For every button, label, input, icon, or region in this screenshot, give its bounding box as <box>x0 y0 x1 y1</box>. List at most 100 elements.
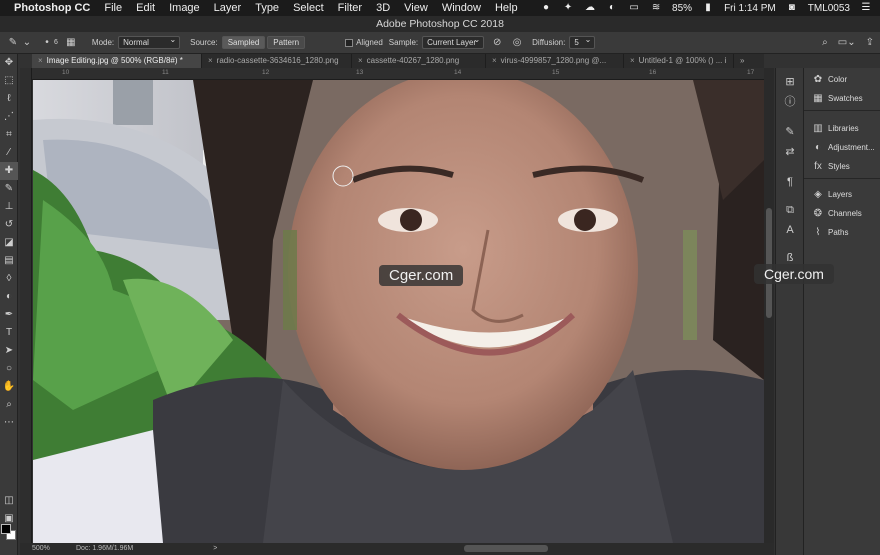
watermark: Cger.com <box>754 264 834 284</box>
clock[interactable]: Fri 1:14 PM <box>724 3 776 14</box>
character-icon[interactable]: A <box>776 220 804 240</box>
canvas-vertical-scrollbar[interactable] <box>764 68 774 543</box>
gradient-icon[interactable]: ▤ <box>0 252 18 270</box>
workspace-icon[interactable]: ▭⌄ <box>838 37 856 48</box>
display-icon[interactable]: ▭ <box>628 3 640 13</box>
cloud-icon[interactable]: ☁ <box>584 3 596 13</box>
tab-radio-cassette[interactable]: × radio-cassette-3634616_1280.png <box>202 54 352 68</box>
panel-styles[interactable]: fx Styles <box>804 157 880 176</box>
source-sampled-button[interactable]: Sampled <box>221 36 266 49</box>
screen-mode-icon[interactable]: ▣ <box>0 510 18 528</box>
sync-icon[interactable]: ◐ <box>606 3 618 13</box>
scrollbar-thumb[interactable] <box>766 208 772 318</box>
brush-settings-icon[interactable]: ▦ <box>64 36 78 50</box>
panel-adjustments[interactable]: ◐ Adjustment... <box>804 138 880 157</box>
tab-cassette[interactable]: × cassette-40267_1280.png <box>352 54 486 68</box>
clone-source-icon[interactable]: ⧉ <box>776 200 804 220</box>
sample-select[interactable]: Current Layer <box>422 35 485 49</box>
status-bar: 500% Doc: 1.96M/1.96M > <box>20 543 774 555</box>
menu-image[interactable]: Image <box>169 2 200 14</box>
source-pattern-button[interactable]: Pattern <box>267 36 306 49</box>
menu-3d[interactable]: 3D <box>376 2 390 14</box>
hand-icon[interactable]: ✋ <box>0 378 18 396</box>
close-icon[interactable]: × <box>208 54 213 68</box>
quick-select-icon[interactable]: ⋰ <box>0 108 18 126</box>
close-icon[interactable]: × <box>38 54 43 68</box>
tab-untitled[interactable]: × Untitled-1 @ 100% () ... i <box>624 54 734 68</box>
tab-virus[interactable]: × virus-4999857_1280.png @... <box>486 54 624 68</box>
zoom-icon[interactable]: ⌕ <box>0 396 18 414</box>
diffusion-select[interactable]: 5 <box>569 35 596 49</box>
battery-icon[interactable]: ▮ <box>702 3 714 13</box>
panel-channels[interactable]: ❂ Channels <box>804 204 880 223</box>
menu-type[interactable]: Type <box>255 2 279 14</box>
panel-paths[interactable]: ⌇ Paths <box>804 223 880 242</box>
status-menu-arrow[interactable]: > <box>213 543 217 555</box>
lasso-icon[interactable]: ℓ <box>0 90 18 108</box>
libraries-icon: ▥ <box>813 123 823 134</box>
menu-edit[interactable]: Edit <box>136 2 155 14</box>
menu-window[interactable]: Window <box>442 2 481 14</box>
close-icon[interactable]: × <box>358 54 363 68</box>
canvas-horizontal-scrollbar[interactable] <box>464 545 548 552</box>
eraser-icon[interactable]: ◪ <box>0 234 18 252</box>
tab-overflow[interactable]: » <box>734 54 764 68</box>
wifi-icon[interactable]: ≋ <box>650 3 662 13</box>
user-icon[interactable]: ◙ <box>786 3 798 13</box>
type-icon[interactable]: T <box>0 324 18 342</box>
menu-filter[interactable]: Filter <box>338 2 362 14</box>
chevron-down-icon[interactable]: ⌄ <box>20 36 34 50</box>
menu-select[interactable]: Select <box>293 2 324 14</box>
adjustments-icon: ◐ <box>814 142 822 153</box>
user-name[interactable]: TML0053 <box>808 3 850 14</box>
properties-icon[interactable]: ⇄ <box>776 142 804 162</box>
history-brush-icon[interactable]: ↺ <box>0 216 18 234</box>
close-icon[interactable]: × <box>492 54 497 68</box>
brush-preset-icon[interactable]: ✎ <box>776 122 804 142</box>
tab-image-editing[interactable]: × Image Editing.jpg @ 500% (RGB/8#) * <box>32 54 202 68</box>
share-icon[interactable]: ⇪ <box>866 37 874 48</box>
more-tools-icon[interactable]: ⋯ <box>0 414 18 432</box>
clone-stamp-icon[interactable]: ⊥ <box>0 198 18 216</box>
menu-help[interactable]: Help <box>495 2 518 14</box>
info-icon[interactable]: ⓘ <box>776 92 804 112</box>
menu-layer[interactable]: Layer <box>214 2 242 14</box>
mode-select[interactable]: Normal <box>118 35 181 49</box>
dodge-icon[interactable]: ◐ <box>0 288 18 306</box>
panel-label: Paths <box>828 228 849 237</box>
zoom-level[interactable]: 500% <box>20 543 60 555</box>
pressure-size-icon[interactable]: ◎ <box>510 36 524 50</box>
app-status-icon[interactable]: ✦ <box>562 3 574 13</box>
record-icon[interactable]: ● <box>540 3 552 13</box>
menu-file[interactable]: File <box>104 2 122 14</box>
tools-panel: ✥ ⬚ ℓ ⋰ ⌗ ⁄ ✚ ✎ ⊥ ↺ ◪ ▤ ◊ ◐ ✒ T ➤ ○ ✋ ⌕ … <box>0 54 18 555</box>
healing-brush-preset-icon[interactable]: ✎ <box>6 36 20 50</box>
menu-view[interactable]: View <box>404 2 428 14</box>
brush-icon[interactable]: ✎ <box>0 180 18 198</box>
menu-app-name[interactable]: Photoshop CC <box>14 2 90 14</box>
eyedropper-icon[interactable]: ⁄ <box>0 144 18 162</box>
crop-icon[interactable]: ⌗ <box>0 126 18 144</box>
brush-size-dot-icon[interactable]: • <box>40 36 54 50</box>
menu-list-icon[interactable]: ☰ <box>860 3 872 13</box>
aligned-checkbox[interactable] <box>345 38 354 47</box>
search-icon[interactable]: ⌕ <box>822 37 828 48</box>
pen-icon[interactable]: ✒ <box>0 306 18 324</box>
shape-icon[interactable]: ○ <box>0 360 18 378</box>
brush-size-value[interactable]: 6 <box>54 39 58 46</box>
panel-layers[interactable]: ◈ Layers <box>804 185 880 204</box>
blur-icon[interactable]: ◊ <box>0 270 18 288</box>
marquee-icon[interactable]: ⬚ <box>0 72 18 90</box>
panel-color[interactable]: ✿ Color <box>804 70 880 89</box>
move-icon[interactable]: ✥ <box>0 54 18 72</box>
ignore-adjustment-icon[interactable]: ⊘ <box>490 36 504 50</box>
paragraph-icon[interactable]: ¶ <box>776 172 804 192</box>
panel-swatches[interactable]: ▦ Swatches <box>804 89 880 108</box>
healing-brush-icon[interactable]: ✚ <box>0 162 18 180</box>
quick-mask-icon[interactable]: ◫ <box>0 492 18 510</box>
history-icon[interactable]: ⊞ <box>776 72 804 92</box>
path-select-icon[interactable]: ➤ <box>0 342 18 360</box>
image-canvas[interactable]: Cger.com <box>33 80 764 543</box>
panel-libraries[interactable]: ▥ Libraries <box>804 119 880 138</box>
close-icon[interactable]: × <box>630 54 635 68</box>
